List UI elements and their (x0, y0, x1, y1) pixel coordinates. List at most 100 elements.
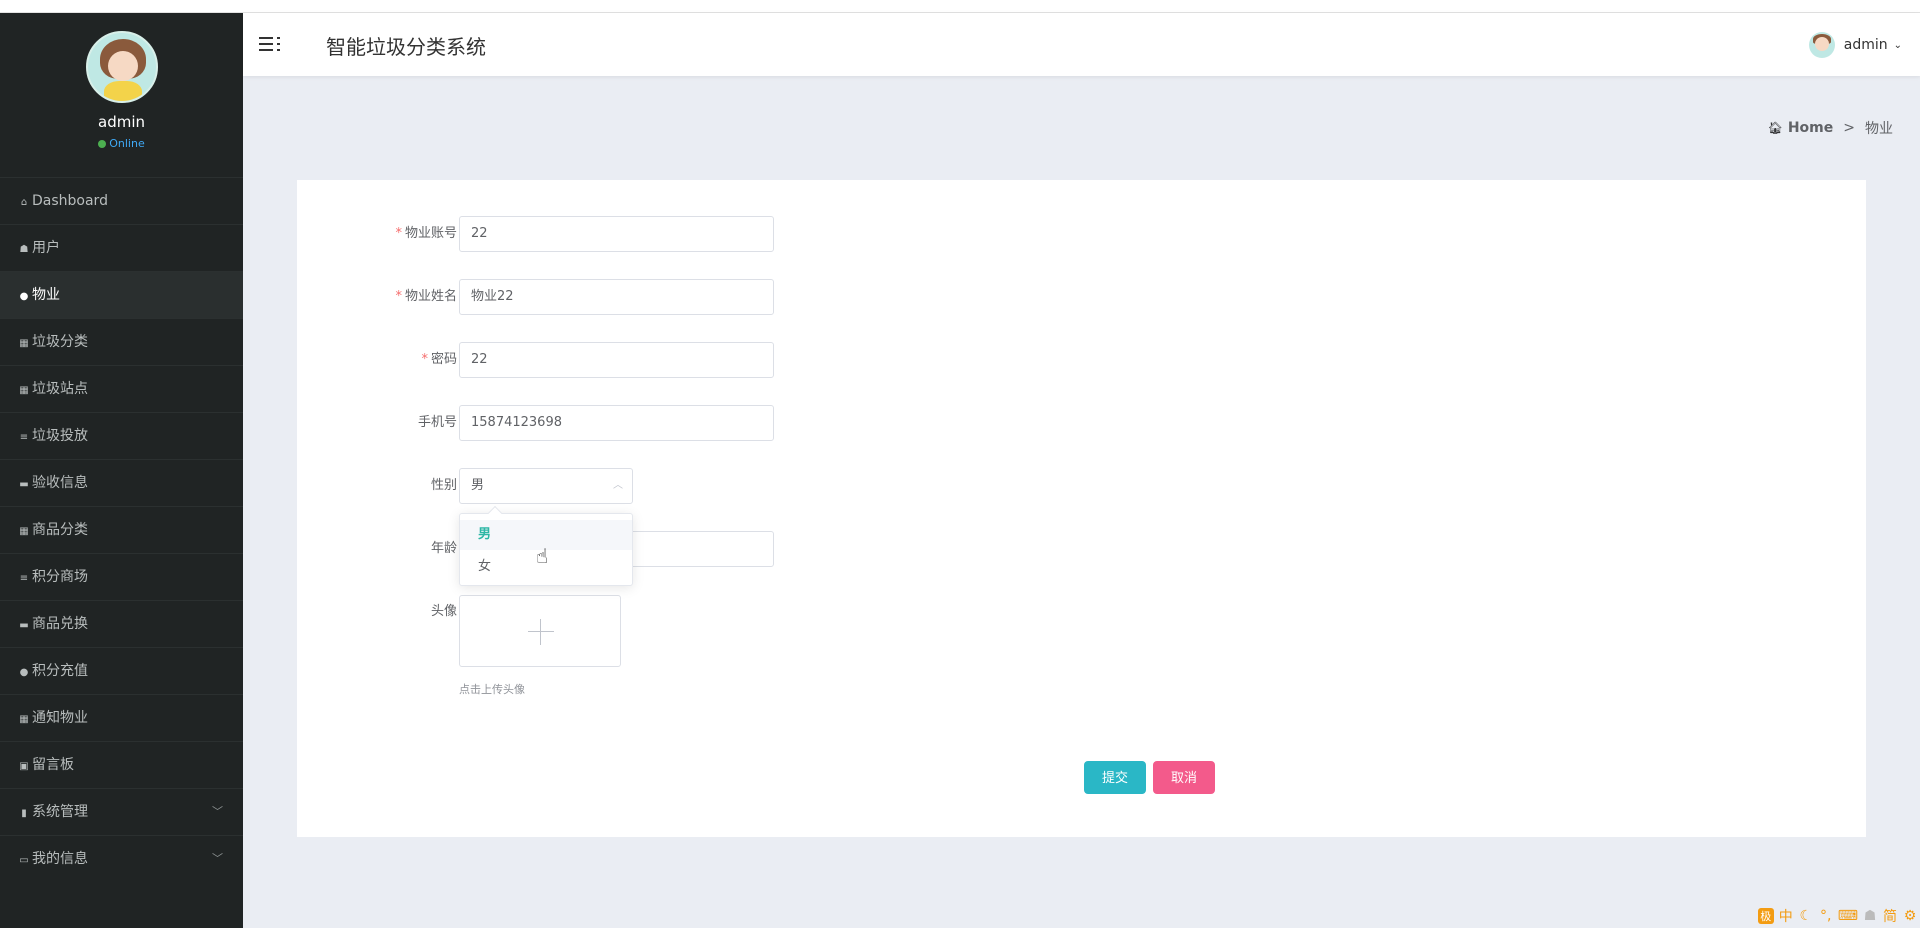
password-input[interactable]: 22 (459, 342, 774, 378)
ime-toolbar: 极 中 ☾ °, ⌨ ☗ 简 ⚙ (1757, 906, 1918, 926)
plus-icon (528, 631, 554, 632)
lock-icon: ☗ (19, 244, 29, 255)
ime-simplified[interactable]: 简 (1882, 906, 1898, 926)
form-row-name: * 物业姓名 物业22 (297, 279, 1097, 315)
monitor-icon: ▬ (19, 479, 29, 490)
age-label: 年龄 (430, 541, 457, 556)
form-row-password: * 密码 22 (297, 342, 1097, 378)
sidebar-item-label: 垃圾分类 (32, 334, 88, 350)
gender-label: 性别 (430, 478, 457, 493)
form-row-gender: 性别 男 ︿ (297, 468, 1097, 504)
avatar-label: 头像 (430, 604, 457, 619)
form-row-account: * 物业账号 22 (297, 216, 1097, 252)
bar-chart-icon: ▮ (21, 808, 27, 819)
breadcrumb-home[interactable]: Home (1788, 120, 1833, 136)
sidebar-item-label: 积分商场 (32, 569, 88, 585)
sidebar-menu: ⌂ Dashboard ☗ 用户 ● 物业 ▦ 垃圾分类 ▦ 垃圾站点 ≡ 垃圾投放 ▬ 验收… (0, 177, 243, 882)
sidebar-item-points-mall[interactable]: ≡ 积分商场 (0, 553, 243, 600)
table-icon: ▦ (19, 526, 29, 537)
keyboard-icon[interactable]: ⌨ (1838, 908, 1858, 924)
password-label: * 密码 (421, 352, 457, 367)
name-label: * 物业姓名 (395, 289, 457, 304)
user-icon[interactable]: ☗ (1862, 908, 1878, 924)
sidebar-item-label: 商品分类 (32, 522, 88, 538)
gender-select[interactable]: 男 ︿ (459, 468, 633, 504)
profile-status: Online (0, 137, 243, 150)
list-icon: ≡ (19, 573, 29, 584)
profile-name: admin (98, 113, 145, 131)
sidebar-item-label: 我的信息 (32, 851, 88, 867)
user-icon: ● (19, 291, 29, 302)
home-icon: 🏠︎ (1767, 121, 1783, 135)
sidebar-item-label: 物业 (32, 287, 60, 303)
account-label: * 物业账号 (395, 226, 457, 241)
ime-chinese-mode[interactable]: 中 (1778, 906, 1794, 926)
user-menu[interactable]: admin ⌄ (1808, 31, 1902, 59)
avatar (85, 31, 158, 103)
name-input[interactable]: 物业22 (459, 279, 774, 315)
top-strip (0, 0, 1920, 13)
account-input[interactable]: 22 (459, 216, 774, 252)
sidebar-item-waste-station[interactable]: ▦ 垃圾站点 (0, 365, 243, 412)
app-title: 智能垃圾分类系统 (326, 35, 486, 59)
sidebar-item-product-exchange[interactable]: ▬ 商品兑换 (0, 600, 243, 647)
sidebar-item-system-management[interactable]: ▮ 系统管理 ﹀ (0, 788, 243, 835)
sidebar-item-label: 系统管理 (32, 804, 88, 820)
sidebar-item-product-category[interactable]: ▦ 商品分类 (0, 506, 243, 553)
sidebar-item-label: 留言板 (32, 757, 74, 773)
phone-input[interactable]: 15874123698 (459, 405, 774, 441)
gear-icon[interactable]: ⚙ (1902, 908, 1918, 924)
breadcrumb-separator: > (1843, 120, 1855, 136)
sidebar-item-my-info[interactable]: ▭ 我的信息 ﹀ (0, 835, 243, 882)
avatar-upload[interactable] (459, 595, 621, 667)
moon-icon[interactable]: ☾ (1798, 908, 1814, 924)
grid-icon: ▦ (19, 385, 29, 396)
sidebar-item-inspection[interactable]: ▬ 验收信息 (0, 459, 243, 506)
punctuation-icon[interactable]: °, (1818, 908, 1834, 924)
user-name: admin (1843, 37, 1888, 53)
chevron-down-icon: ﹀ (212, 852, 223, 865)
sidebar-item-notify-property[interactable]: ▦ 通知物业 (0, 694, 243, 741)
phone-label: 手机号 (417, 415, 457, 430)
sidebar-item-waste-disposal[interactable]: ≡ 垃圾投放 (0, 412, 243, 459)
grid-icon: ▦ (19, 714, 29, 725)
top-header: 智能垃圾分类系统 admin ⌄ (243, 13, 1920, 76)
avatar (1808, 32, 1835, 58)
cancel-button[interactable]: 取消 (1153, 761, 1215, 794)
sidebar-profile: admin Online (0, 13, 243, 177)
sidebar-item-dashboard[interactable]: ⌂ Dashboard (0, 177, 243, 224)
sidebar-item-label: 垃圾投放 (32, 428, 88, 444)
sidebar-item-waste-category[interactable]: ▦ 垃圾分类 (0, 318, 243, 365)
hand-cursor-icon: ☝ (536, 544, 549, 568)
form-row-age: 年龄 (297, 531, 1097, 567)
breadcrumb: 🏠︎ Home > 物业 (1768, 118, 1893, 138)
list-icon: ≡ (19, 432, 29, 443)
sidebar-item-label: 用户 (32, 240, 60, 256)
submit-button[interactable]: 提交 (1084, 761, 1146, 794)
sidebar-item-points-recharge[interactable]: ● 积分充值 (0, 647, 243, 694)
sidebar: admin Online ⌂ Dashboard ☗ 用户 ● 物业 ▦ 垃圾分类 ▦ 垃… (0, 13, 243, 928)
menu-toggle-icon[interactable] (259, 33, 281, 55)
sidebar-item-users[interactable]: ☗ 用户 (0, 224, 243, 271)
sidebar-item-message-board[interactable]: ▣ 留言板 (0, 741, 243, 788)
chevron-up-icon: ︿ (613, 480, 623, 491)
form-row-avatar: 头像 (297, 594, 1097, 630)
profile-status-text: Online (109, 137, 145, 150)
sidebar-item-label: 通知物业 (32, 710, 88, 726)
ime-logo-icon[interactable]: 极 (1757, 908, 1774, 924)
user-icon: ● (19, 667, 29, 678)
sidebar-item-label: 积分充值 (32, 663, 88, 679)
chevron-down-icon: ﹀ (212, 805, 223, 818)
sidebar-item-label: Dashboard (32, 193, 108, 209)
breadcrumb-current: 物业 (1865, 121, 1893, 137)
property-form: * 物业账号 22 * 物业姓名 物业22 * 密码 22 手机号 158741236… (297, 180, 1866, 837)
home-icon: ⌂ (20, 197, 28, 208)
sidebar-item-property[interactable]: ● 物业 (0, 271, 243, 318)
online-dot-icon (98, 140, 107, 148)
gender-select-value: 男 (471, 478, 485, 493)
ticket-icon: ▬ (19, 620, 29, 631)
card-icon: ▭ (19, 855, 29, 866)
sidebar-item-label: 验收信息 (32, 475, 88, 491)
grid-icon: ▦ (19, 338, 29, 349)
chevron-down-icon: ⌄ (1893, 39, 1902, 51)
